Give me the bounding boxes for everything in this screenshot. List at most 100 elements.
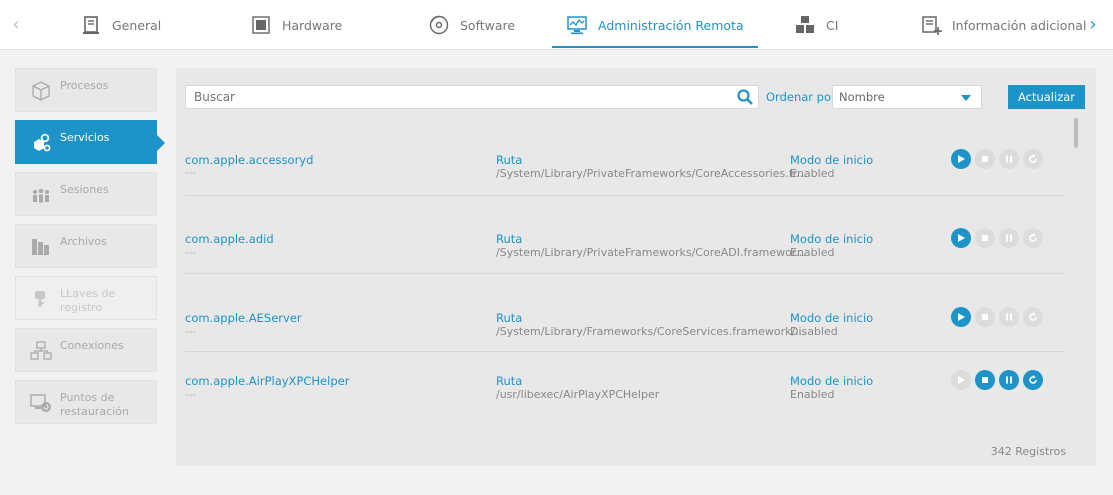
sidebar-item-label: Servicios [60,131,110,144]
startup-mode-value: Enabled [790,167,835,180]
startup-mode-label: Modo de inicio [790,374,874,388]
startup-mode-label: Modo de inicio [790,153,874,167]
files-icon [32,239,49,255]
path-value: /System/Library/PrivateFrameworks/CoreAc… [496,167,807,180]
play-icon[interactable] [951,149,971,169]
service-controls [951,307,1043,327]
chip-icon [252,16,270,34]
tab-general[interactable]: General [80,0,161,50]
play-icon[interactable] [951,307,971,327]
restart-icon [1023,307,1043,327]
sidebar-item-sesiones[interactable]: Sesiones [15,172,157,216]
stop-icon [975,307,995,327]
chevron-right-icon[interactable]: › [1083,16,1103,36]
chevron-left-icon[interactable]: ‹ [6,16,26,36]
search-icon[interactable] [736,88,754,106]
sidebar-item-servicios[interactable]: Servicios [15,120,165,164]
boxes-icon [796,16,814,33]
tab-label: General [112,17,162,33]
stop-icon[interactable] [975,370,995,390]
restore-icon [30,394,51,412]
records-count: 342 Registros [990,445,1066,458]
sidebar-item-label: Sesiones [60,183,109,196]
service-row[interactable]: com.apple.accessoryd --- Ruta /System/Li… [185,118,1065,196]
sidebar-item-label: Conexiones [60,339,124,352]
monitor-icon [567,16,587,35]
service-row[interactable]: com.apple.AirPlayXPCHelper --- Ruta /usr… [185,352,1065,428]
service-name: com.apple.AirPlayXPCHelper [185,374,350,388]
path-value: /System/Library/Frameworks/CoreServices.… [496,325,806,338]
add-doc-icon [922,16,942,35]
path-label: Ruta [496,153,523,167]
tab-bar: ‹ General Hardware Software Administraci… [0,0,1113,50]
sidebar-item-label: LLaves de registro [60,287,116,314]
restart-icon [1023,149,1043,169]
service-controls [951,228,1043,248]
stop-icon [975,228,995,248]
path-label: Ruta [496,232,523,246]
service-description: --- [185,168,196,179]
service-name: com.apple.adid [185,232,274,246]
tab-label: Administración Remota [598,17,744,33]
pause-icon [999,228,1019,248]
key-icon [35,291,45,307]
sidebar-item-procesos[interactable]: Procesos [15,68,157,112]
sidebar-item-label: Archivos [60,235,107,248]
tab-hardware[interactable]: Hardware [250,0,342,50]
startup-mode-value: Enabled [790,246,835,259]
path-label: Ruta [496,374,523,388]
startup-mode-value: Enabled [790,388,835,401]
services-list: com.apple.accessoryd --- Ruta /System/Li… [185,118,1075,428]
search-box [185,85,759,109]
stop-icon [975,149,995,169]
play-icon [951,370,971,390]
pause-icon[interactable] [999,370,1019,390]
sort-value: Nombre [839,90,885,104]
tab-label: Información adicional [952,17,1087,33]
sidebar-item-llaves-de-registro: LLaves de registro [15,276,157,320]
pause-icon [999,149,1019,169]
sort-select[interactable]: Nombre [832,85,982,109]
tab-administracion-remota[interactable]: Administración Remota [552,0,758,50]
scrollbar[interactable] [1074,118,1078,148]
cube-icon [32,81,50,101]
tab-label: Hardware [282,17,343,33]
play-icon[interactable] [951,228,971,248]
tab-label: CI [826,17,839,33]
service-name: com.apple.AEServer [185,311,302,325]
refresh-button[interactable]: Actualizar [1008,85,1085,109]
service-row[interactable]: com.apple.adid --- Ruta /System/Library/… [185,196,1065,274]
users-icon [33,188,49,203]
chevron-down-icon [961,95,971,101]
sidebar-item-label: Puntos de restauración [60,391,129,418]
sidebar-item-conexiones[interactable]: Conexiones [15,328,157,372]
startup-mode-label: Modo de inicio [790,232,874,246]
path-value: /usr/libexec/AirPlayXPCHelper [496,388,660,401]
path-value: /System/Library/PrivateFrameworks/CoreAD… [496,246,806,259]
tab-software[interactable]: Software [428,0,515,50]
pause-icon [999,307,1019,327]
service-controls [951,370,1043,390]
tab-ci[interactable]: CI [794,0,838,50]
restart-icon [1023,228,1043,248]
sort-label: Ordenar por: [766,90,840,104]
sidebar-item-puntos-de-restauracion[interactable]: Puntos de restauración [15,380,157,424]
gears-icon [34,133,51,152]
services-panel: Ordenar por: Nombre Actualizar com.apple… [176,68,1096,466]
restart-icon[interactable] [1023,370,1043,390]
service-description: --- [185,390,196,401]
startup-mode-value: Disabled [790,325,838,338]
service-description: --- [185,327,196,338]
tab-informacion-adicional[interactable]: Información adicional [920,0,1086,50]
service-description: --- [185,248,196,259]
search-input[interactable] [186,86,726,108]
service-row[interactable]: com.apple.AEServer --- Ruta /System/Libr… [185,274,1065,352]
sidebar-item-label: Procesos [60,79,109,92]
disc-icon [429,15,449,35]
sidebar: Procesos Servicios Sesiones Archivos LLa… [15,68,165,432]
tab-label: Software [460,17,516,33]
sidebar-item-archivos[interactable]: Archivos [15,224,157,268]
path-label: Ruta [496,311,523,325]
service-controls [951,149,1043,169]
service-name: com.apple.accessoryd [185,153,314,167]
